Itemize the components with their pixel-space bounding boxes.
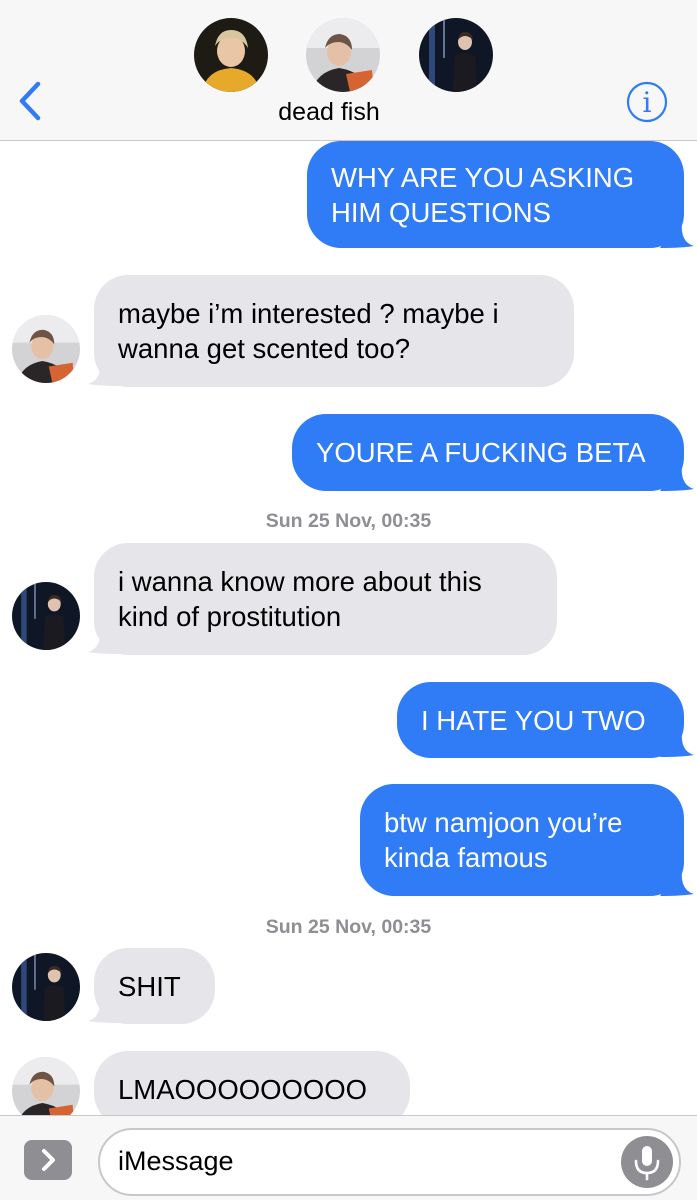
- message-bubble-outgoing[interactable]: YOURE A FUCKING BETA: [292, 414, 684, 491]
- chevron-right-icon: [42, 1149, 55, 1171]
- message-line: btw namjoon you’re: [384, 807, 623, 838]
- message-bubble-incoming[interactable]: i wanna know more about this kind of pro…: [94, 543, 557, 655]
- timestamp-day: Sun 25 Nov,: [265, 510, 376, 532]
- message-line: YOURE A FUCKING BETA: [316, 437, 646, 468]
- info-glyph: i: [643, 86, 652, 119]
- timestamp: Sun 25 Nov, 00:35: [0, 916, 697, 939]
- participant-avatar-dark[interactable]: [419, 18, 493, 92]
- message-bubble-incoming[interactable]: maybe i’m interested ? maybe i wanna get…: [94, 275, 574, 387]
- message-bubble-incoming[interactable]: SHIT: [94, 948, 215, 1024]
- message-line: I HATE YOU TWO: [421, 704, 646, 736]
- message-bubble-outgoing[interactable]: WHY ARE YOU ASKING HIM QUESTIONS: [307, 141, 684, 248]
- message-line: maybe i’m interested ? maybe i: [118, 298, 499, 329]
- message-line: LMAOOOOOOOOO: [118, 1073, 368, 1105]
- message-line: WHY ARE YOU ASKING: [331, 161, 635, 193]
- participant-avatar-yellow[interactable]: [194, 18, 268, 92]
- message-line: SHIT: [118, 970, 181, 1002]
- message-line: wanna get scented too?: [118, 333, 411, 364]
- sender-avatar-dark[interactable]: [12, 582, 80, 650]
- imessage-input[interactable]: iMessage: [98, 1128, 681, 1196]
- sender-avatar-orange[interactable]: [12, 315, 80, 383]
- timestamp-time: 00:35: [381, 510, 432, 532]
- message-line: i wanna know more about this: [118, 566, 482, 597]
- group-name[interactable]: dead fish: [0, 98, 658, 127]
- sender-avatar-dark[interactable]: [12, 953, 80, 1021]
- message-line: HIM QUESTIONS: [331, 196, 552, 228]
- participant-avatar-orange[interactable]: [306, 18, 380, 92]
- message-line: kind of prostitution: [118, 601, 342, 632]
- conversation-header: dead fish i: [0, 0, 697, 141]
- message-bubble-outgoing[interactable]: btw namjoon you’re kinda famous: [360, 784, 684, 896]
- timestamp-day: Sun 25 Nov,: [265, 916, 376, 938]
- timestamp: Sun 25 Nov, 00:35: [0, 510, 697, 533]
- apps-button[interactable]: [24, 1140, 72, 1180]
- microphone-icon: [634, 1146, 660, 1181]
- input-placeholder: iMessage: [118, 1146, 234, 1176]
- info-circle-icon[interactable]: i: [626, 81, 668, 123]
- message-bubble-outgoing[interactable]: I HATE YOU TWO: [397, 682, 684, 758]
- dictation-button[interactable]: [621, 1136, 673, 1188]
- timestamp-time: 00:35: [381, 916, 432, 938]
- message-composer: iMessage: [0, 1115, 697, 1200]
- message-line: kinda famous: [384, 842, 548, 873]
